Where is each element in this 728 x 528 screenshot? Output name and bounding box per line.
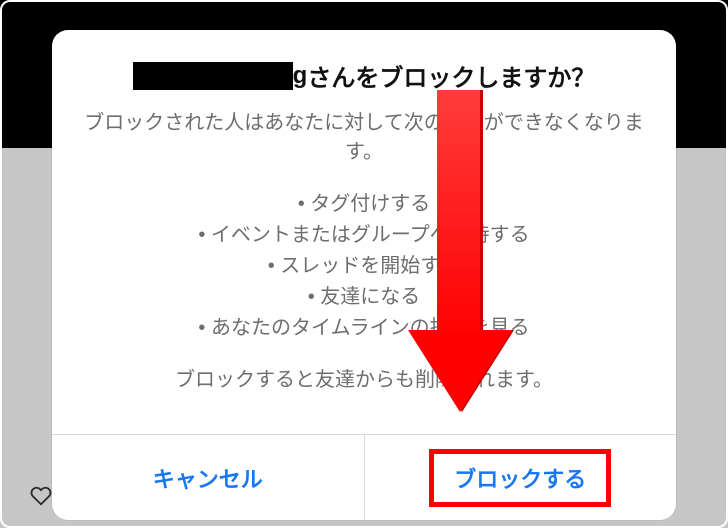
username-suffix: g: [293, 62, 308, 90]
dialog-footer-note: ブロックすると友達からも削除されます。: [76, 366, 652, 395]
dialog-intro-text: ブロックされた人はあなたに対して次のことができなくなります。: [76, 109, 652, 167]
cancel-button[interactable]: キャンセル: [52, 435, 365, 520]
heart-icon: [30, 485, 52, 512]
dialog-body: gさんをブロックしますか？ ブロックされた人はあなたに対して次のことができなくな…: [52, 30, 676, 434]
block-confirmation-dialog: gさんをブロックしますか？ ブロックされた人はあなたに対して次のことができなくな…: [52, 30, 676, 520]
block-confirm-button-label: ブロックする: [429, 449, 611, 507]
list-item: • イベントまたはグループへ招待する: [76, 220, 652, 251]
list-item: • タグ付けする: [76, 189, 652, 220]
dialog-actions: キャンセル ブロックする: [52, 434, 676, 520]
list-item: • あなたのタイムラインの投稿を見る: [76, 313, 652, 344]
list-item: • 友達になる: [76, 282, 652, 313]
cancel-button-label: キャンセル: [153, 462, 263, 494]
list-item: • スレッドを開始する: [76, 251, 652, 282]
title-suffix: さんをブロックしますか？: [307, 58, 595, 93]
dialog-restrictions-list: • タグ付けする • イベントまたはグループへ招待する • スレッドを開始する …: [76, 189, 652, 344]
dialog-title: gさんをブロックしますか？: [76, 58, 652, 93]
redacted-username: [133, 62, 293, 90]
block-confirm-button[interactable]: ブロックする: [365, 435, 677, 520]
